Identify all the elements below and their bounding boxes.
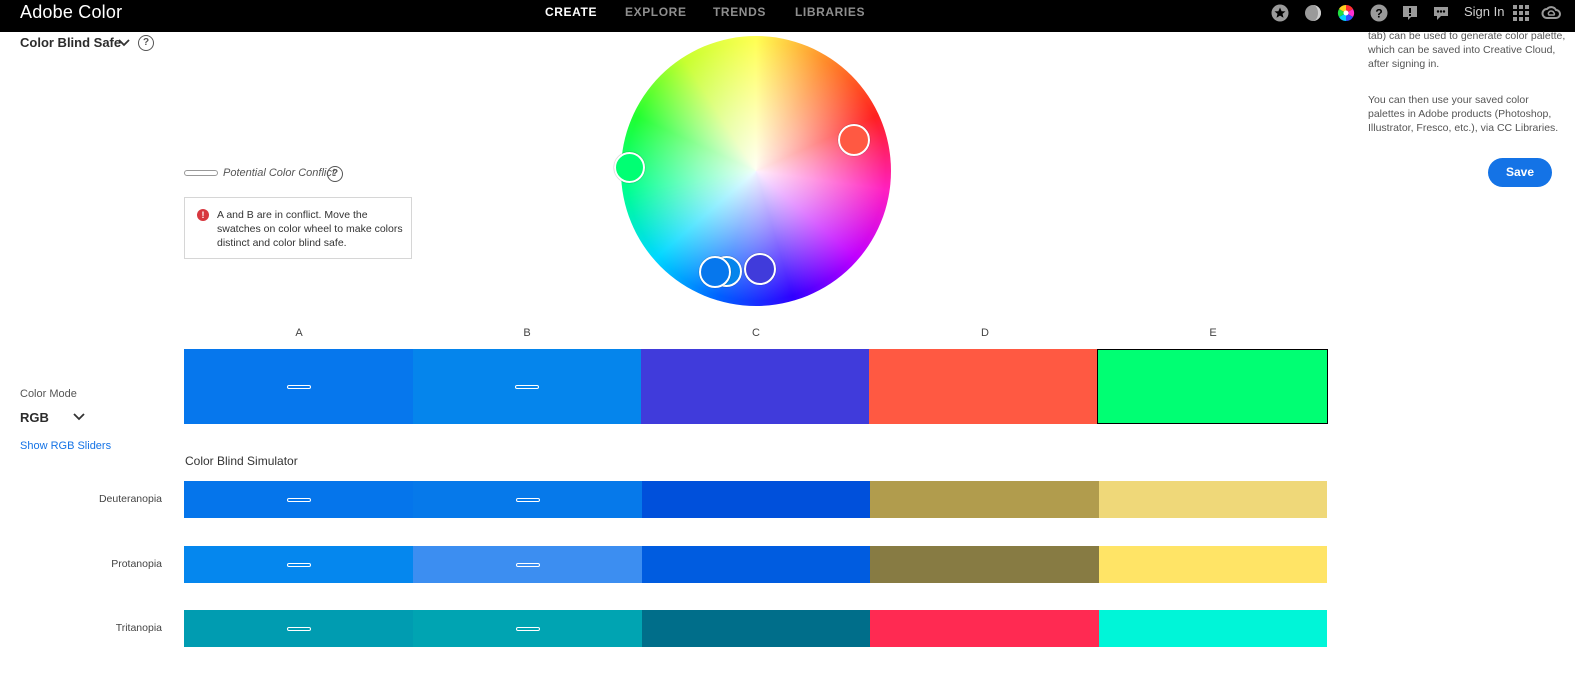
top-bar: Adobe Color CREATE EXPLORE TRENDS LIBRAR… [0,0,1575,32]
sim-label-tritanopia: Tritanopia [115,622,162,634]
conflict-legend-marker [184,170,218,176]
sim-swatch-protanopia-3 [870,546,1099,583]
handle-a[interactable] [699,256,731,288]
swatch-letter-c: C [752,327,760,339]
swatch-letter-a: A [295,327,303,339]
tab-explore[interactable]: EXPLORE [625,5,687,19]
conflict-marker [515,384,539,389]
conflict-marker [515,626,540,631]
color-mode-chevron-icon[interactable] [73,413,85,421]
sim-swatch-deuteranopia-1 [413,481,642,518]
swatch-e-selected[interactable] [1097,349,1328,424]
color-mode-select[interactable]: RGB [20,410,49,425]
sim-swatch-tritanopia-1 [413,610,642,647]
star-icon[interactable] [1271,4,1289,22]
app-title[interactable]: Adobe Color [20,2,122,23]
conflict-legend-label: Potential Color Conflict [223,167,335,179]
info-paragraph-2: You can then use your saved color palett… [1368,94,1559,134]
tab-trends[interactable]: TRENDS [713,5,766,19]
sim-swatch-tritanopia-0 [184,610,413,647]
sim-swatch-deuteranopia-0 [184,481,413,518]
tab-create[interactable]: CREATE [545,5,597,19]
sim-swatch-deuteranopia-4 [1099,481,1327,518]
sim-swatch-protanopia-4 [1099,546,1327,583]
save-button[interactable]: Save [1488,158,1552,187]
svg-text:?: ? [1375,7,1382,21]
handle-c[interactable] [744,253,776,285]
conflict-marker [286,562,311,567]
sim-swatch-protanopia-0 [184,546,413,583]
simulator-title: Color Blind Simulator [185,454,298,468]
swatch-letter-b: B [523,327,531,339]
sim-swatch-protanopia-2 [642,546,870,583]
conflict-marker [286,384,311,389]
sim-swatch-deuteranopia-2 [642,481,870,518]
sim-swatch-tritanopia-3 [870,610,1099,647]
sim-swatch-tritanopia-4 [1099,610,1327,647]
handle-e[interactable] [614,152,645,183]
swatch-letter-d: D [981,327,989,339]
sim-swatch-protanopia-1 [413,546,642,583]
conflict-message-box: ! A and B are in conflict. Move the swat… [184,197,412,259]
sim-label-protanopia: Protanopia [111,558,162,570]
sign-in-link[interactable]: Sign In [1464,4,1504,19]
chevron-down-icon[interactable] [118,39,130,47]
conflict-marker [286,497,311,502]
show-rgb-sliders-link[interactable]: Show RGB Sliders [20,440,111,452]
harmony-rule-select[interactable]: Color Blind Safe [20,35,121,50]
tab-libraries[interactable]: LIBRARIES [795,5,865,19]
conflict-message: A and B are in conflict. Move the swatch… [217,209,403,249]
help-icon[interactable]: ? [1370,4,1388,22]
sim-swatch-deuteranopia-3 [870,481,1099,518]
conflict-marker [286,626,311,631]
creative-cloud-icon[interactable] [1541,4,1561,22]
error-icon: ! [197,209,209,221]
color-mode-label: Color Mode [20,388,77,400]
info-paragraph-1: tab) can be used to generate color palet… [1368,30,1566,70]
contrast-icon[interactable] [1304,4,1322,22]
alert-icon[interactable] [1401,4,1419,22]
color-wheel-icon[interactable] [1337,4,1355,22]
chat-icon[interactable] [1432,4,1450,22]
harmony-help-icon[interactable]: ? [138,35,154,51]
conflict-help-icon[interactable]: ? [327,166,343,182]
swatch-b[interactable] [413,349,641,424]
sim-label-deuteranopia: Deuteranopia [98,493,162,505]
handle-d[interactable] [838,124,870,156]
sim-swatch-tritanopia-2 [642,610,870,647]
swatch-a[interactable] [184,349,413,424]
apps-grid-icon[interactable] [1512,4,1530,22]
swatch-c[interactable] [641,349,869,424]
swatch-letter-e: E [1209,327,1217,339]
conflict-marker [515,497,540,502]
conflict-marker [515,562,540,567]
swatch-d[interactable] [869,349,1097,424]
